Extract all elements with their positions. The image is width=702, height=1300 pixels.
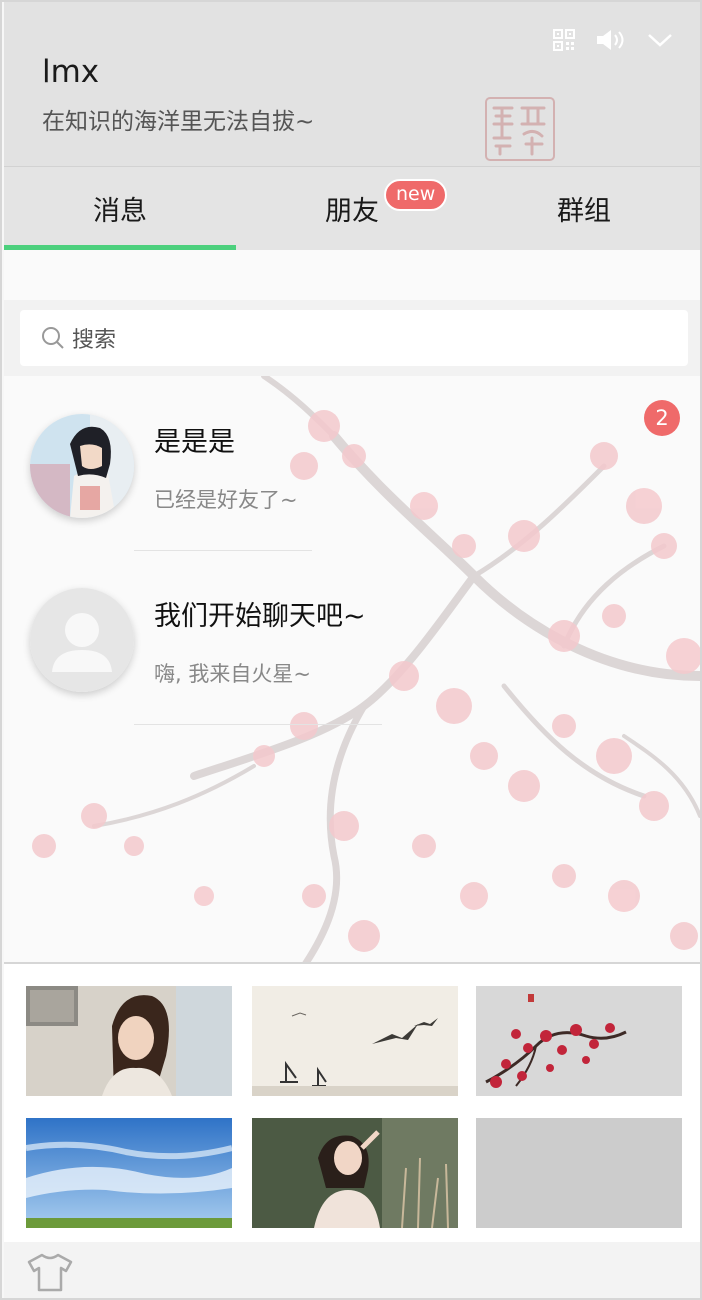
tshirt-icon[interactable]: [26, 1252, 74, 1292]
skin-thumb-woman-portrait[interactable]: [26, 986, 232, 1096]
unread-count-badge: 2: [644, 400, 680, 436]
chat-preview: 已经是好友了~: [154, 488, 298, 512]
user-signature: 在知识的海洋里无法自拔~: [42, 109, 315, 135]
username: lmx: [42, 54, 100, 90]
volume-icon[interactable]: [594, 28, 628, 52]
tab-friends[interactable]: 朋友 new: [236, 167, 468, 250]
divider: [134, 550, 312, 551]
skin-thumb-plain-gray[interactable]: [476, 1118, 682, 1228]
tab-messages[interactable]: 消息: [4, 167, 236, 250]
divider: [134, 724, 382, 725]
tab-groups[interactable]: 群组: [468, 167, 700, 250]
bottom-bar: [4, 1242, 700, 1298]
chat-item[interactable]: 我们开始聊天吧~ 嗨, 我来自火星~: [4, 552, 700, 726]
tab-messages-label: 消息: [93, 196, 147, 227]
skin-thumb-plum-blossom[interactable]: [476, 986, 682, 1096]
chat-preview: 嗨, 我来自火星~: [154, 662, 311, 686]
default-avatar: [30, 588, 134, 692]
skin-thumb-blue-sky[interactable]: [26, 1118, 232, 1228]
new-badge: new: [384, 179, 448, 211]
skin-thumb-ink-birds[interactable]: [252, 986, 458, 1096]
seal-stamp-image: [485, 97, 555, 161]
profile-header: lmx 在知识的海洋里无法自拔~: [4, 2, 700, 166]
chevron-down-icon[interactable]: [646, 28, 674, 52]
search-placeholder: 搜索: [72, 328, 117, 353]
tab-groups-label: 群组: [557, 196, 611, 227]
message-list-panel: 搜索 是是是 已经是好友了~ 2 我们开始聊天吧~ 嗨, 我来自火星~: [4, 250, 700, 962]
tab-bar: 消息 朋友 new 群组: [4, 166, 700, 250]
chat-name: 我们开始聊天吧~: [154, 601, 366, 632]
skin-picker-panel: [4, 962, 700, 1242]
search-input[interactable]: 搜索: [20, 310, 688, 366]
qrcode-icon[interactable]: [552, 28, 576, 52]
search-icon: [42, 327, 64, 349]
chat-window: lmx 在知识的海洋里无法自拔~ 消息 朋友 new 群组 搜索 是是是 已经是…: [0, 0, 702, 1300]
chat-name: 是是是: [154, 427, 235, 458]
anime-girl-avatar: [30, 414, 134, 518]
tab-friends-label: 朋友: [325, 196, 379, 227]
chat-item[interactable]: 是是是 已经是好友了~ 2: [4, 378, 700, 552]
skin-thumb-girl-in-field[interactable]: [252, 1118, 458, 1228]
